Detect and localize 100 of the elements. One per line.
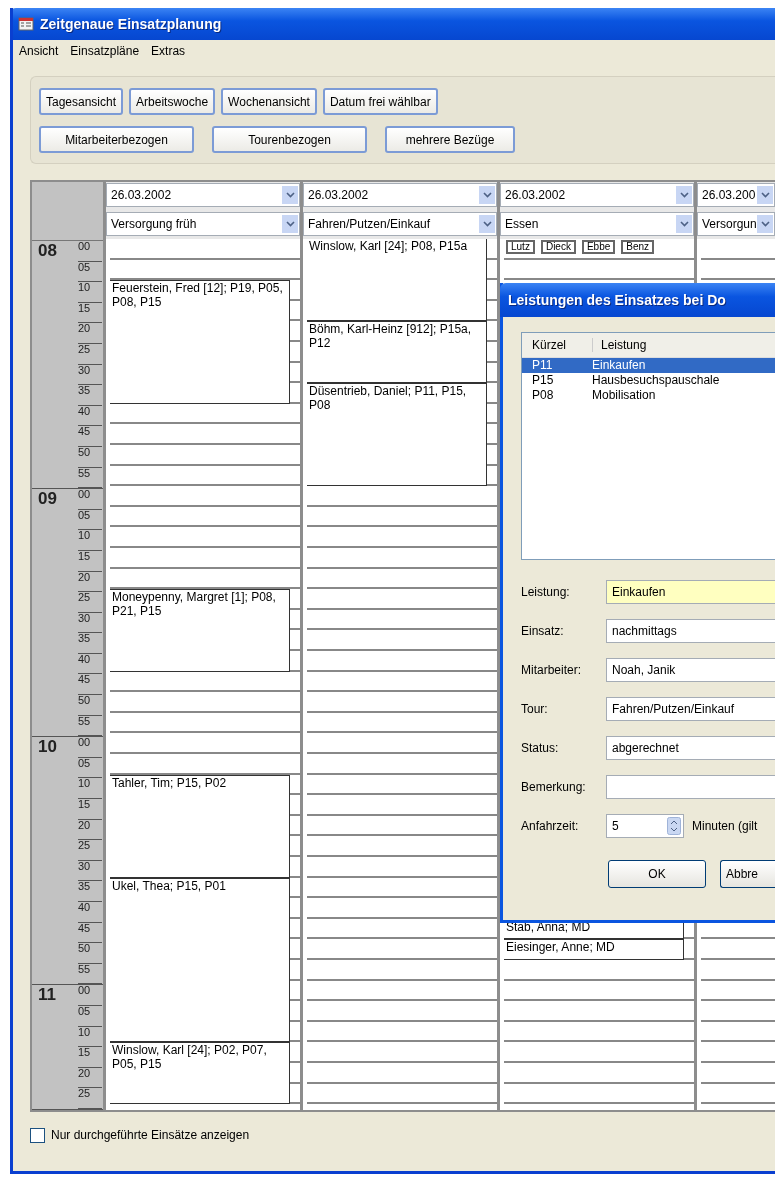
date-dropdown[interactable]: 26.03.2002 <box>303 183 497 207</box>
field-label: Leistung: <box>521 585 571 599</box>
field-label: Anfahrzeit: <box>521 819 580 833</box>
minute-label: 45 <box>78 922 102 944</box>
view-button[interactable]: Arbeitswoche <box>129 88 216 115</box>
minute-label: 10 <box>78 778 102 800</box>
view-button[interactable]: Mitarbeiterbezogen <box>39 126 194 153</box>
appointment-card[interactable]: Ukel, Thea; P15, P01 <box>110 877 290 1043</box>
minute-label: 30 <box>78 364 102 386</box>
checkbox[interactable] <box>30 1127 45 1143</box>
minute-label: 10 <box>78 530 102 551</box>
text-field[interactable] <box>606 775 775 799</box>
menu-item[interactable]: Einsatzpläne <box>70 44 140 60</box>
minute-label: 15 <box>78 1047 102 1068</box>
window-title: Zeitgenaue Einsatzplanung <box>40 16 222 32</box>
minute-label: 20 <box>78 323 102 344</box>
minute-label: 00 <box>78 737 102 758</box>
minute-label: 20 <box>78 1067 102 1089</box>
minute-label: 40 <box>78 653 102 675</box>
list-row[interactable]: P08 Mobilisation <box>522 388 775 403</box>
minute-label: 05 <box>78 1005 102 1027</box>
appointment-card[interactable]: Winslow, Karl [24]; P02, P07, P05, P15 <box>110 1042 290 1105</box>
view-button[interactable]: mehrere Bezüge <box>385 126 515 153</box>
text-field[interactable]: Einkaufen <box>606 580 775 604</box>
minute-label: 55 <box>78 467 102 489</box>
minute-label: 50 <box>78 943 102 964</box>
chevron-down-icon <box>676 186 692 204</box>
appointment-text: Böhm, Karl-Heinz [912]; P15a, P12 <box>308 322 473 351</box>
dialog-button[interactable]: Abbre <box>720 860 775 888</box>
minute-label: 20 <box>78 819 102 841</box>
tour-dropdown[interactable]: Essen <box>500 212 694 236</box>
minute-label: 05 <box>78 509 102 531</box>
view-button[interactable]: Tagesansicht <box>39 88 124 115</box>
column-header[interactable]: Kürzel <box>522 338 592 352</box>
appointment-text: Eiesinger, Anne; MD <box>505 940 616 955</box>
spinner-arrows-icon[interactable] <box>667 817 681 835</box>
hour-label: 08 <box>37 241 58 262</box>
minute-label: 25 <box>78 343 102 365</box>
appointment-card[interactable]: Böhm, Karl-Heinz [912]; P15a, P12 <box>307 321 487 384</box>
unit-label: Minuten (gilt <box>692 819 758 833</box>
text-field[interactable]: Fahren/Putzen/Einkauf <box>606 697 775 721</box>
date-dropdown[interactable]: 26.03.2002 <box>106 183 300 207</box>
hour-label: 11 <box>37 985 57 1007</box>
minute-label: 05 <box>78 261 102 283</box>
minute-label: 40 <box>78 405 102 427</box>
appointment-text: Ukel, Thea; P15, P01 <box>111 878 227 893</box>
minute-label: 00 <box>78 985 102 1006</box>
date-dropdown[interactable]: 26.03.2002 <box>500 183 694 207</box>
appointment-chip[interactable]: Lutz <box>506 240 535 254</box>
chevron-down-icon <box>757 186 773 204</box>
minute-label: 15 <box>78 302 102 324</box>
appointment-chip[interactable]: Dieck <box>540 240 576 254</box>
view-button[interactable]: Wochenansicht <box>221 88 317 115</box>
chevron-down-icon <box>282 186 298 204</box>
list-row[interactable]: P11 Einkaufen <box>522 358 775 373</box>
minute-label: 55 <box>78 715 102 737</box>
appointment-card[interactable]: Tahler, Tim; P15, P02 <box>110 774 290 878</box>
view-button[interactable]: Datum frei wählbar <box>322 88 438 115</box>
minute-label: 50 <box>78 695 102 716</box>
minute-label: 50 <box>78 446 102 468</box>
appointment-card[interactable]: Feuerstein, Fred [12]; P19, P05, P08, P15 <box>110 280 290 404</box>
appointment-chip[interactable]: Ebbe <box>581 240 616 254</box>
minute-label: 55 <box>78 963 102 985</box>
appointment-card[interactable]: Winslow, Karl [24]; P08, P15a <box>307 239 487 322</box>
appointment-text: Moneypenny, Margret [1]; P08, P21, P15 <box>111 590 277 619</box>
chevron-down-icon <box>757 215 773 233</box>
menu-item[interactable]: Ansicht <box>19 44 59 60</box>
appointment-text: Winslow, Karl [24]; P08, P15a <box>308 239 469 253</box>
minute-label: 15 <box>78 799 102 820</box>
appointment-text: Feuerstein, Fred [12]; P19, P05, P08, P15 <box>111 281 284 310</box>
hour-label: 10 <box>37 737 58 759</box>
hour-label: 09 <box>37 489 58 511</box>
tour-dropdown[interactable]: Fahren/Putzen/Einkauf <box>303 212 497 236</box>
chevron-down-icon <box>676 215 692 233</box>
date-dropdown[interactable]: 26.03.200 <box>697 183 775 207</box>
column-header[interactable]: Leistung <box>592 338 775 352</box>
appointment-card[interactable]: Moneypenny, Margret [1]; P08, P21, P15 <box>110 589 290 672</box>
minute-label: 05 <box>78 757 102 779</box>
dialog-button[interactable]: OK <box>608 860 706 888</box>
minute-label: 35 <box>78 385 102 406</box>
minute-label: 40 <box>78 902 102 923</box>
minute-label: 30 <box>78 860 102 882</box>
list-row[interactable]: P15 Hausbesuchspauschale <box>522 373 775 388</box>
tour-dropdown[interactable]: Versorgun <box>697 212 775 236</box>
field-label: Einsatz: <box>521 624 565 638</box>
minute-label: 25 <box>78 1088 102 1109</box>
menu-item[interactable]: Extras <box>151 44 186 60</box>
text-field[interactable]: abgerechnet <box>606 736 775 760</box>
appointment-card[interactable]: Düsentrieb, Daniel; P11, P15, P08 <box>307 383 487 487</box>
minute-label: 45 <box>78 426 102 447</box>
minute-label: 10 <box>78 1026 102 1048</box>
view-button[interactable]: Tourenbezogen <box>212 126 367 153</box>
text-field[interactable]: nachmittags <box>606 619 775 643</box>
appointment-chip[interactable]: Benz <box>621 240 655 254</box>
text-field[interactable]: Noah, Janik <box>606 658 775 682</box>
tour-dropdown[interactable]: Versorgung früh <box>106 212 300 236</box>
minute-label: 10 <box>78 282 102 303</box>
minute-label: 30 <box>78 612 102 634</box>
appointment-card[interactable]: Eiesinger, Anne; MD <box>504 939 684 960</box>
number-spinner[interactable]: 5 <box>606 814 684 838</box>
